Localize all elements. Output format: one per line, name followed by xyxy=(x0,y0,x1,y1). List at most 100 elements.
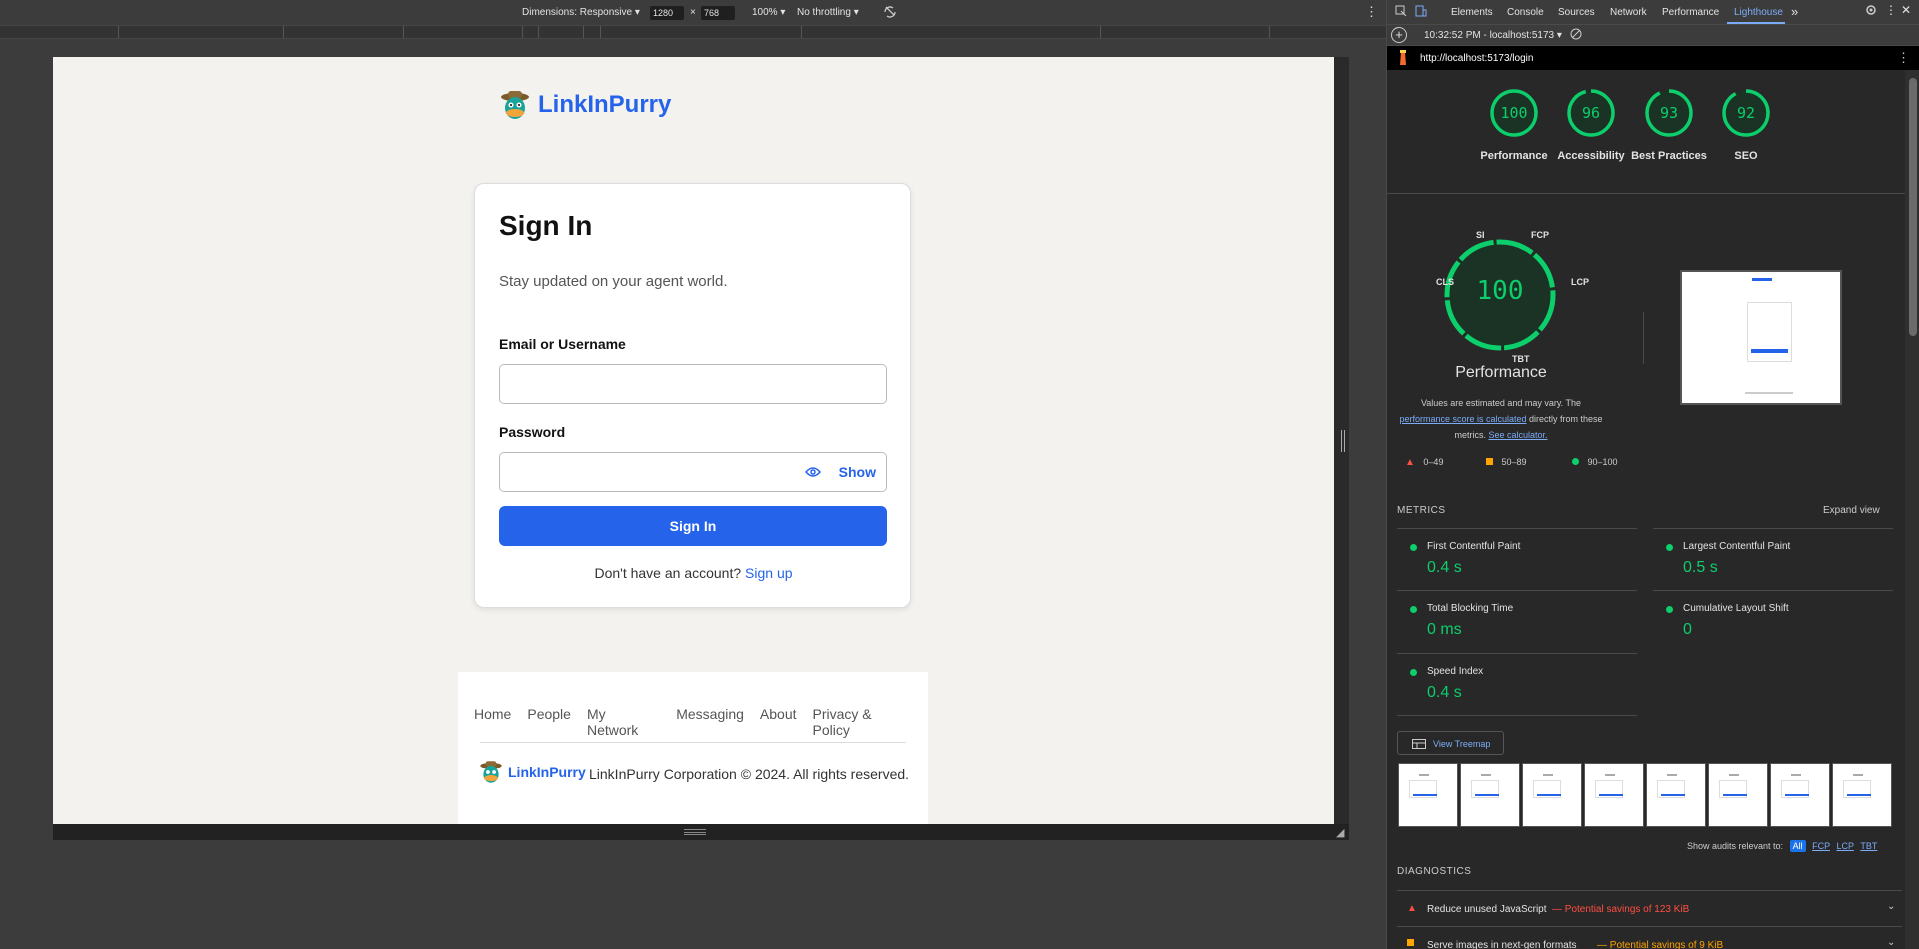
times-sign: × xyxy=(690,7,696,18)
email-field[interactable] xyxy=(499,364,887,404)
chevron-down-icon[interactable]: ⌄ xyxy=(1887,937,1895,948)
gauge-label-tbt: TBT xyxy=(1512,354,1530,364)
score-label: Accessibility xyxy=(1557,150,1625,162)
tab-lighthouse[interactable]: Lighthouse xyxy=(1734,7,1783,18)
filter-tbt[interactable]: TBT xyxy=(1860,841,1877,851)
lighthouse-scroll-thumb[interactable] xyxy=(1909,78,1917,336)
score-calc-link[interactable]: performance score is calculated xyxy=(1399,414,1526,424)
score-label: Performance xyxy=(1480,150,1548,162)
lighthouse-toolbar: + 10:32:52 PM - localhost:5173 ▾ xyxy=(1387,25,1919,46)
diagnostic-row[interactable]: ▲ Reduce unused JavaScript — Potential s… xyxy=(1397,890,1902,926)
filmstrip-frame xyxy=(1832,763,1892,827)
score-gauge-performance[interactable]: 100 Performance xyxy=(1480,86,1548,162)
footer-link-about[interactable]: About xyxy=(760,706,797,738)
legend-average-range: 50–89 xyxy=(1501,457,1527,467)
footer-brand-name: LinkInPurry xyxy=(508,764,586,780)
score-value: 100 xyxy=(1500,104,1528,122)
score-gauge-seo[interactable]: 92 SEO xyxy=(1719,86,1773,162)
signup-link[interactable]: Sign up xyxy=(745,565,792,581)
sign-in-button[interactable]: Sign In xyxy=(499,506,887,546)
more-options-icon[interactable]: ⋮ xyxy=(1365,4,1378,20)
calculator-link[interactable]: See calculator. xyxy=(1488,430,1547,440)
filmstrip-frame xyxy=(1584,763,1644,827)
score-gauge-accessibility[interactable]: 96 Accessibility xyxy=(1557,86,1625,162)
legend-fail-range: 0–49 xyxy=(1423,457,1444,467)
performance-big-score: 100 xyxy=(1476,276,1524,306)
report-menu-icon[interactable]: ⋮ xyxy=(1897,50,1910,66)
final-screenshot-thumbnail[interactable] xyxy=(1680,270,1842,405)
metric-value: 0.4 s xyxy=(1427,684,1462,701)
filmstrip-frame xyxy=(1460,763,1520,827)
view-treemap-button[interactable]: View Treemap xyxy=(1397,731,1504,755)
height-input[interactable]: 768 xyxy=(701,6,735,20)
zoom-dropdown[interactable]: 100% ▾ xyxy=(752,7,785,18)
signup-prompt: Don't have an account? Sign up xyxy=(475,565,912,581)
filter-lcp[interactable]: LCP xyxy=(1836,841,1853,851)
diagnostic-savings: — Potential savings of 123 KiB xyxy=(1552,904,1690,915)
page-subtitle: Stay updated on your agent world. xyxy=(499,273,728,290)
close-devtools-icon[interactable]: ✕ xyxy=(1901,3,1911,17)
tab-performance[interactable]: Performance xyxy=(1662,7,1719,18)
throttling-dropdown[interactable]: No throttling ▾ xyxy=(797,7,859,18)
emulated-viewport: LinkInPurry Sign In Stay updated on your… xyxy=(53,57,1334,824)
footer-divider xyxy=(480,742,906,743)
footer-logo[interactable]: LinkInPurry xyxy=(478,759,586,785)
diagnostic-row[interactable]: Serve images in next-gen formats — Poten… xyxy=(1397,926,1902,949)
new-report-icon[interactable]: + xyxy=(1391,27,1407,43)
chevron-down-icon[interactable]: ⌄ xyxy=(1887,901,1895,912)
footer-link-network[interactable]: My Network xyxy=(587,706,660,738)
footer-nav: Home People My Network Messaging About P… xyxy=(474,706,928,738)
right-resize-handle[interactable] xyxy=(1341,430,1345,452)
show-password-toggle[interactable]: Show xyxy=(804,464,876,480)
device-toggle-icon[interactable] xyxy=(1415,5,1427,20)
metric-name: First Contentful Paint xyxy=(1427,541,1521,552)
device-toolbar: Dimensions: Responsive ▾ 1280 × 768 100%… xyxy=(0,0,1386,25)
page-title: Sign In xyxy=(499,210,593,241)
report-selector[interactable]: 10:32:52 PM - localhost:5173 ▾ xyxy=(1424,30,1562,41)
diagnostic-title: Reduce unused JavaScript xyxy=(1427,904,1547,915)
score-note: Values are estimated and may vary. The p… xyxy=(1395,395,1607,443)
metric-name: Largest Contentful Paint xyxy=(1683,541,1791,552)
footer-link-privacy[interactable]: Privacy & Policy xyxy=(813,706,912,738)
footer-link-messaging[interactable]: Messaging xyxy=(676,706,744,738)
footer-link-home[interactable]: Home xyxy=(474,706,511,738)
tab-console[interactable]: Console xyxy=(1507,7,1544,18)
brand-logo[interactable]: LinkInPurry xyxy=(498,88,671,122)
more-tabs-icon[interactable]: » xyxy=(1791,4,1798,19)
clear-reports-icon[interactable] xyxy=(1570,28,1582,43)
platypus-logo-icon xyxy=(480,761,502,783)
metric-value: 0.5 s xyxy=(1683,559,1718,576)
expand-view-toggle[interactable]: Expand view xyxy=(1823,505,1880,516)
report-url: http://localhost:5173/login xyxy=(1420,53,1534,64)
tab-network[interactable]: Network xyxy=(1610,7,1647,18)
metric-name: Total Blocking Time xyxy=(1427,603,1514,614)
filmstrip-frame xyxy=(1522,763,1582,827)
footer: Home People My Network Messaging About P… xyxy=(458,672,928,824)
width-input[interactable]: 1280 xyxy=(650,6,684,20)
audit-filter-label: Show audits relevant to: xyxy=(1687,841,1784,851)
footer-link-people[interactable]: People xyxy=(527,706,571,738)
metric-value: 0.4 s xyxy=(1427,559,1462,576)
dimensions-dropdown[interactable]: Dimensions: Responsive ▾ xyxy=(522,7,640,18)
score-gauge-best-practices[interactable]: 93 Best Practices xyxy=(1631,86,1707,162)
diagnostic-title: Serve images in next-gen formats xyxy=(1427,940,1577,949)
legend-pass-range: 90–100 xyxy=(1587,457,1618,467)
password-field[interactable]: Show xyxy=(499,452,887,492)
platypus-logo-icon xyxy=(501,91,529,119)
filter-fcp[interactable]: FCP xyxy=(1812,841,1830,851)
devtools-menu-icon[interactable]: ⋮ xyxy=(1885,3,1897,17)
email-label: Email or Username xyxy=(499,336,626,352)
inspect-icon[interactable] xyxy=(1395,5,1407,20)
gauge-label-cls: CLS xyxy=(1436,277,1454,287)
filter-all[interactable]: All xyxy=(1789,840,1806,852)
metric-tbt: Total Blocking Time 0 ms xyxy=(1397,590,1637,652)
tab-elements[interactable]: Elements xyxy=(1451,7,1493,18)
corner-resize-handle[interactable]: ◢ xyxy=(1336,826,1344,839)
legend-pass: 90–100 xyxy=(1572,457,1618,467)
eye-icon xyxy=(804,467,821,477)
bottom-resize-handle[interactable] xyxy=(53,824,1349,840)
tab-sources[interactable]: Sources xyxy=(1558,7,1595,18)
settings-gear-icon[interactable] xyxy=(1865,4,1877,19)
rotate-icon[interactable] xyxy=(882,4,898,23)
sign-in-card: Sign In Stay updated on your agent world… xyxy=(474,183,911,608)
